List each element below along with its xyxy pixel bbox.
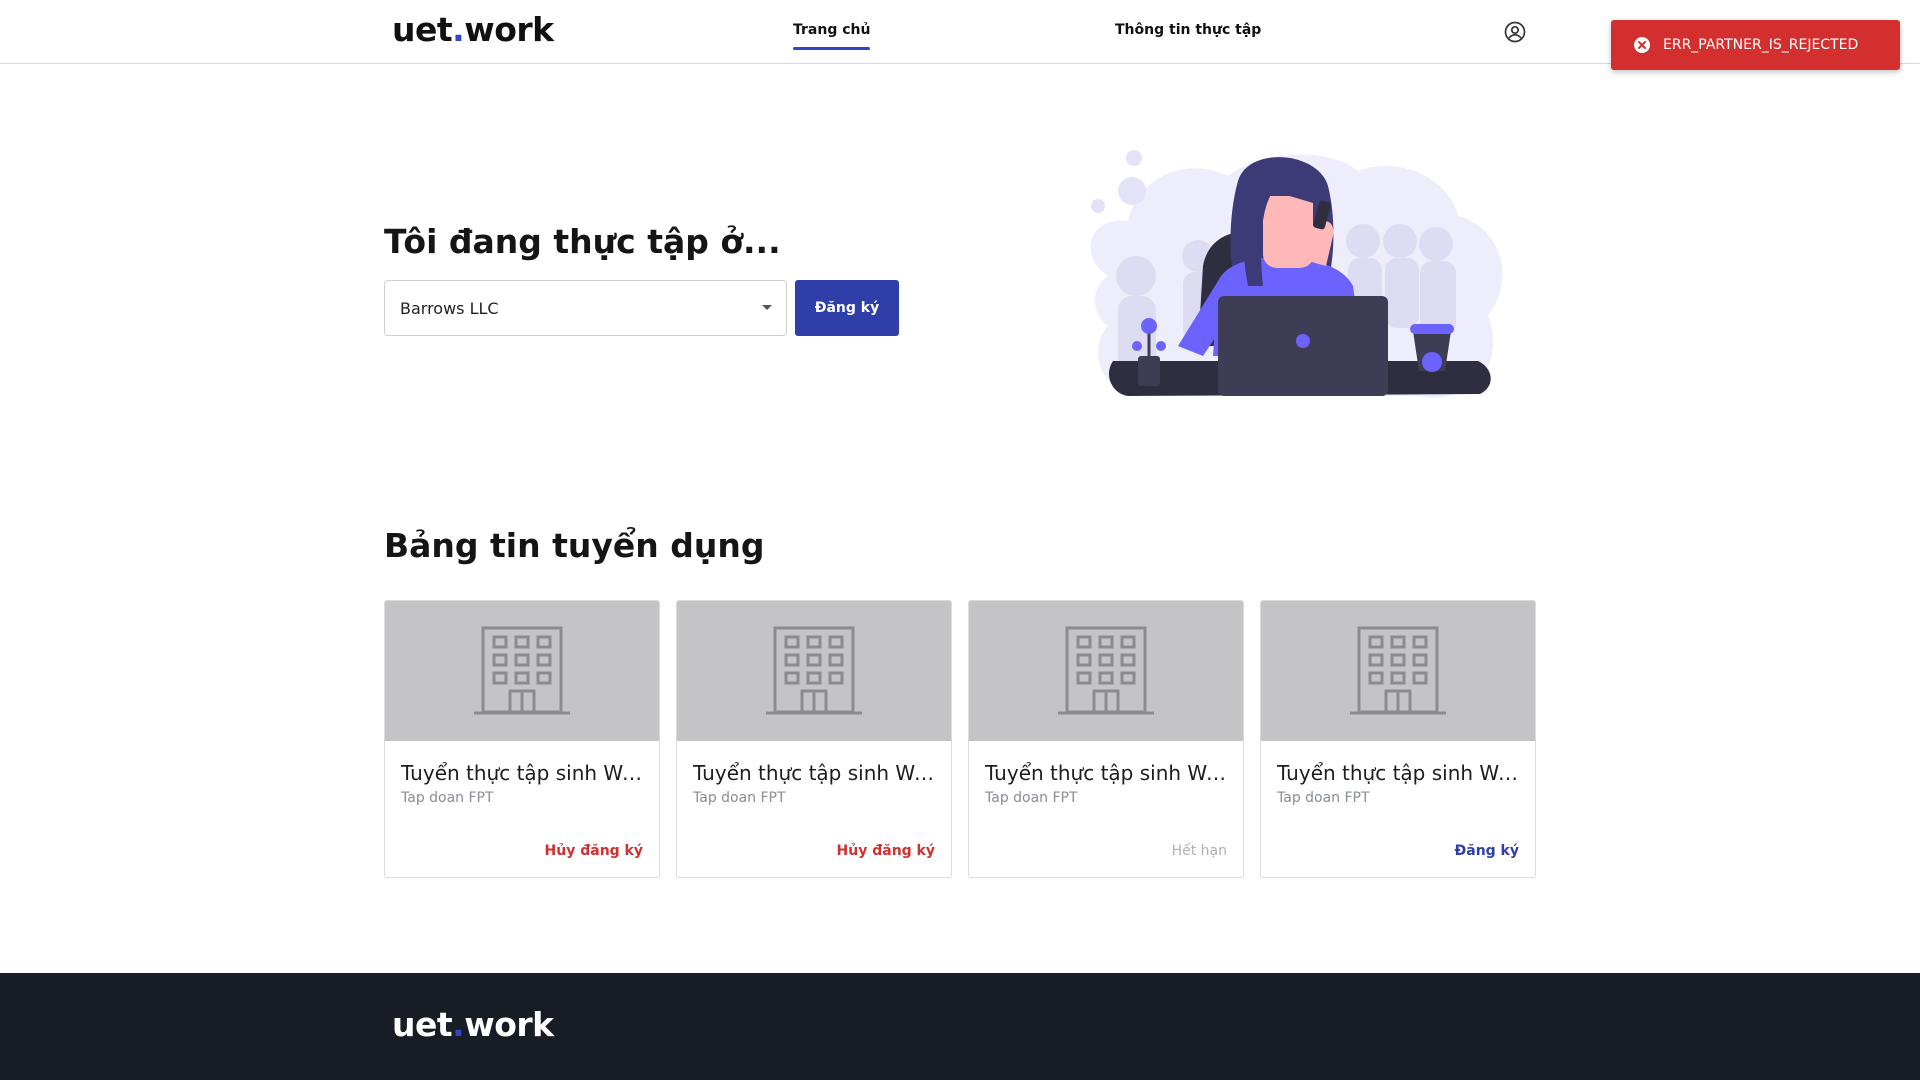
footer: uet.work xyxy=(0,973,1920,1080)
job-card-image xyxy=(1261,601,1535,741)
hero-title: Tôi đang thực tập ở... xyxy=(384,222,781,261)
user-circle-icon xyxy=(1504,21,1526,43)
footer-logo-dot: . xyxy=(452,1005,465,1044)
job-card[interactable]: Tuyển thực tập sinh Web Developer Tap do… xyxy=(968,600,1244,878)
register-job-link[interactable]: Đăng ký xyxy=(1455,843,1519,859)
job-card-title[interactable]: Tuyển thực tập sinh Web Developer xyxy=(985,761,1235,785)
job-card-title[interactable]: Tuyển thực tập sinh Web Developer xyxy=(1277,761,1527,785)
register-button[interactable]: Đăng ký xyxy=(795,280,899,336)
job-card-image xyxy=(677,601,951,741)
job-card[interactable]: Tuyển thực tập sinh Web Developer Tap do… xyxy=(1260,600,1536,878)
job-card-title[interactable]: Tuyển thực tập sinh Web Developer xyxy=(401,761,651,785)
nav-internship-info[interactable]: Thông tin thực tập xyxy=(1115,22,1261,38)
job-card-image xyxy=(385,601,659,741)
logo[interactable]: uet.work xyxy=(392,10,554,49)
job-board-title: Bảng tin tuyển dụng xyxy=(384,526,765,565)
job-card-title[interactable]: Tuyển thực tập sinh Web Developer xyxy=(693,761,943,785)
job-card-image xyxy=(969,601,1243,741)
job-card-company: Tap doan FPT xyxy=(1277,790,1370,806)
job-card[interactable]: Tuyển thực tập sinh Web Developer Tap do… xyxy=(676,600,952,878)
nav-home[interactable]: Trang chủ xyxy=(793,22,871,50)
building-icon xyxy=(1350,626,1446,715)
toast-message: ERR_PARTNER_IS_REJECTED xyxy=(1663,37,1859,53)
footer-logo[interactable]: uet.work xyxy=(392,1005,554,1044)
building-icon xyxy=(474,626,570,715)
footer-logo-main: uet xyxy=(392,1005,453,1044)
job-card-company: Tap doan FPT xyxy=(401,790,494,806)
cancel-registration-link[interactable]: Hủy đăng ký xyxy=(545,843,643,859)
logo-dot: . xyxy=(452,10,465,49)
error-circle-icon xyxy=(1634,37,1650,53)
building-icon xyxy=(766,626,862,715)
job-card-company: Tap doan FPT xyxy=(693,790,786,806)
job-card-company: Tap doan FPT xyxy=(985,790,1078,806)
expired-label: Hết hạn xyxy=(1171,843,1227,859)
job-card-list: Tuyển thực tập sinh Web Developer Tap do… xyxy=(384,600,1536,878)
user-account-button[interactable] xyxy=(1503,20,1527,44)
company-select[interactable]: Barrows LLC xyxy=(384,280,787,336)
company-select-value: Barrows LLC xyxy=(400,298,499,318)
building-icon xyxy=(1058,626,1154,715)
footer-logo-tail: work xyxy=(464,1005,554,1044)
cancel-registration-link[interactable]: Hủy đăng ký xyxy=(837,843,935,859)
error-toast[interactable]: ERR_PARTNER_IS_REJECTED xyxy=(1611,20,1900,70)
working-woman-illustration xyxy=(1090,150,1503,398)
job-card[interactable]: Tuyển thực tập sinh Web Developer Tap do… xyxy=(384,600,660,878)
logo-main: uet xyxy=(392,10,453,49)
caret-down-icon xyxy=(762,305,772,310)
logo-tail: work xyxy=(464,10,554,49)
